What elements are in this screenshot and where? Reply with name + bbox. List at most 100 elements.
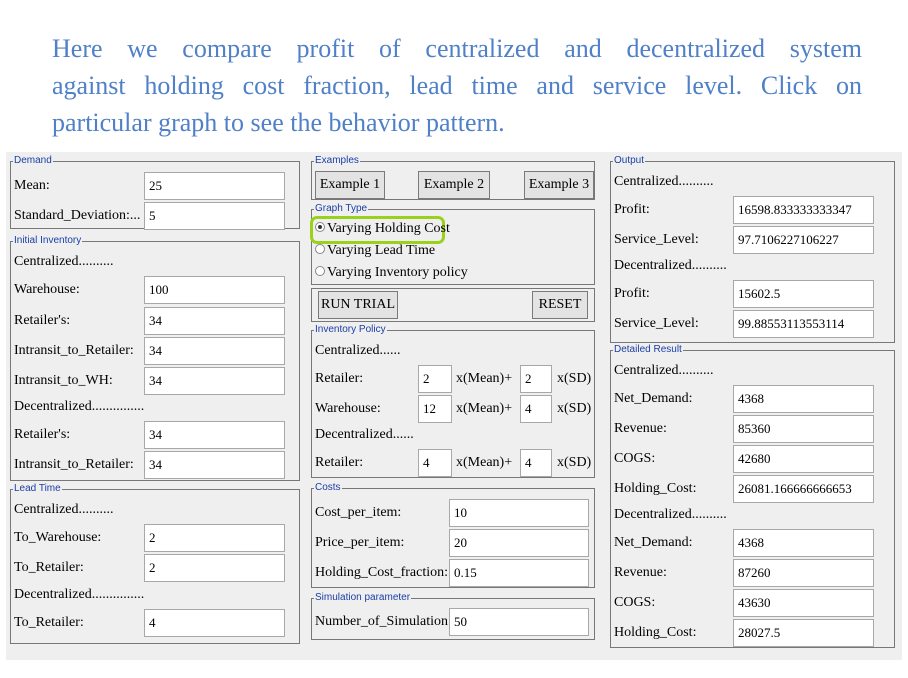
warehouse-mean-multiplier-input[interactable]: 12 (418, 395, 452, 423)
to-retailer-label: To_Retailer: (14, 560, 84, 575)
warehouse-label: Warehouse: (14, 282, 80, 297)
demand-legend: Demand (13, 154, 53, 168)
centralized-cogs-field[interactable]: 42680 (733, 445, 874, 473)
dec-intransit-to-retailer-label: Intransit_to_Retailer: (14, 457, 134, 472)
mean-suffix: x(Mean)+ (456, 455, 513, 470)
dec-to-retailer-input[interactable]: 4 (144, 609, 285, 637)
intransit-to-retailer-input[interactable]: 34 (144, 337, 285, 365)
decentralized-heading: Decentralized...... (315, 427, 414, 442)
dec-retailer-policy-label: Retailer: (315, 455, 364, 470)
mean-suffix: x(Mean)+ (456, 371, 513, 386)
dec-retailers-inventory-input[interactable]: 34 (144, 421, 285, 449)
to-retailer-input[interactable]: 2 (144, 554, 285, 582)
decentralized-revenue-field[interactable]: 87260 (733, 559, 874, 587)
price-per-item-input[interactable]: 20 (449, 529, 589, 557)
costs-group: Costs Cost_per_item: 10 Price_per_item: … (311, 481, 595, 588)
centralized-net-demand-field[interactable]: 4368 (733, 385, 874, 413)
net-demand-label: Net_Demand: (614, 391, 693, 406)
holding-cost-label: Holding_Cost: (614, 481, 697, 496)
costs-legend: Costs (314, 481, 342, 495)
dec-retailer-mean-multiplier-input[interactable]: 4 (418, 449, 452, 477)
holding-cost-fraction-input[interactable]: 0.15 (449, 559, 589, 587)
decentralized-profit-field[interactable]: 15602.5 (733, 280, 874, 308)
examples-group: Examples Example 1 Example 2 Example 3 (311, 154, 595, 200)
graph-type-legend: Graph Type (314, 202, 369, 216)
standard-deviation-label: Standard_Deviation:... (14, 208, 141, 223)
dec-net-demand-label: Net_Demand: (614, 535, 693, 550)
warehouse-inventory-input[interactable]: 100 (144, 276, 285, 304)
cost-per-item-input[interactable]: 10 (449, 499, 589, 527)
run-trial-button[interactable]: RUN TRIAL (318, 291, 398, 319)
actions-group: RUN TRIAL RESET (311, 288, 595, 322)
retailers-inventory-input[interactable]: 34 (144, 307, 285, 335)
retailer-sd-multiplier-input[interactable]: 2 (520, 365, 552, 393)
dec-retailer-sd-multiplier-input[interactable]: 4 (520, 449, 552, 477)
cogs-label: COGS: (614, 451, 656, 466)
number-of-simulation-label: Number_of_Simulation: (315, 614, 452, 629)
demand-group: Demand Mean: 25 Standard_Deviation:... 5 (10, 154, 300, 230)
centralized-heading: Centralized.......... (14, 502, 114, 517)
service-level-label: Service_Level: (614, 232, 699, 247)
mean-suffix: x(Mean)+ (456, 401, 513, 416)
to-warehouse-label: To_Warehouse: (14, 530, 102, 545)
holding-cost-fraction-label: Holding_Cost_fraction:. (315, 565, 452, 580)
decentralized-heading: Decentralized............... (14, 399, 145, 414)
example-3-button[interactable]: Example 3 (524, 171, 594, 199)
initial-inventory-group: Initial Inventory Centralized.......... … (10, 234, 300, 481)
lead-time-legend: Lead Time (13, 482, 62, 496)
reset-button[interactable]: RESET (532, 291, 588, 319)
radio-selected-icon (315, 222, 325, 232)
dec-to-retailer-label: To_Retailer: (14, 615, 84, 630)
radio-varying-inventory-policy[interactable]: Varying Inventory policy (315, 262, 468, 284)
centralized-service-level-field[interactable]: 97.7106227106227 (733, 226, 874, 254)
examples-legend: Examples (314, 154, 360, 168)
lead-time-group: Lead Time Centralized.......... To_Wareh… (10, 482, 300, 644)
decentralized-heading: Decentralized............... (14, 587, 145, 602)
sd-suffix: x(SD) (557, 401, 592, 416)
dec-profit-label: Profit: (614, 286, 650, 301)
example-2-button[interactable]: Example 2 (418, 171, 490, 199)
centralized-profit-field[interactable]: 16598.833333333347 (733, 196, 874, 224)
headline-line: particular graph to see the behavior pat… (52, 108, 505, 137)
decentralized-service-level-field[interactable]: 99.88553113553114 (733, 310, 874, 338)
price-per-item-label: Price_per_item: (315, 535, 405, 550)
number-of-simulation-input[interactable]: 50 (449, 608, 589, 636)
retailer-policy-label: Retailer: (315, 371, 364, 386)
centralized-heading: Centralized.......... (614, 363, 714, 378)
dec-revenue-label: Revenue: (614, 565, 667, 580)
intransit-to-retailer-label: Intransit_to_Retailer: (14, 343, 134, 358)
inventory-policy-group: Inventory Policy Centralized...... Retai… (311, 323, 595, 478)
decentralized-holding-cost-field[interactable]: 28027.5 (733, 619, 874, 647)
headline-line: Here we compare profit of centralized an… (52, 34, 862, 63)
headline-line: against holding cost fraction, lead time… (52, 71, 862, 100)
retailer-mean-multiplier-input[interactable]: 2 (418, 365, 452, 393)
simulation-parameter-group: Simulation parameter Number_of_Simulatio… (311, 591, 595, 640)
detailed-result-group: Detailed Result Centralized.......... Ne… (610, 343, 895, 648)
output-legend: Output (613, 154, 646, 168)
radio-unselected-icon (315, 266, 325, 276)
standard-deviation-input[interactable]: 5 (144, 202, 285, 230)
centralized-revenue-field[interactable]: 85360 (733, 415, 874, 443)
radio-varying-holding-cost[interactable]: Varying Holding Cost (315, 218, 450, 240)
decentralized-net-demand-field[interactable]: 4368 (733, 529, 874, 557)
mean-label: Mean: (14, 178, 50, 193)
cost-per-item-label: Cost_per_item: (315, 505, 402, 520)
decentralized-heading: Decentralized.......... (614, 258, 727, 273)
radio-label: Varying Inventory policy (327, 265, 468, 280)
inventory-policy-legend: Inventory Policy (314, 323, 387, 337)
intransit-to-wh-input[interactable]: 34 (144, 367, 285, 395)
example-1-button[interactable]: Example 1 (315, 171, 385, 199)
intransit-to-wh-label: Intransit_to_WH: (14, 373, 113, 388)
centralized-heading: Centralized.......... (614, 174, 714, 189)
mean-input[interactable]: 25 (144, 172, 285, 200)
dec-intransit-to-retailer-input[interactable]: 34 (144, 451, 285, 479)
centralized-holding-cost-field[interactable]: 26081.166666666653 (733, 475, 874, 503)
revenue-label: Revenue: (614, 421, 667, 436)
warehouse-sd-multiplier-input[interactable]: 4 (520, 395, 552, 423)
graph-type-group: Graph Type Varying Holding Cost Varying … (310, 202, 595, 285)
radio-varying-lead-time[interactable]: Varying Lead Time (315, 240, 435, 262)
output-group: Output Centralized.......... Profit: 165… (610, 154, 895, 343)
to-warehouse-input[interactable]: 2 (144, 524, 285, 552)
decentralized-heading: Decentralized.......... (614, 507, 727, 522)
decentralized-cogs-field[interactable]: 43630 (733, 589, 874, 617)
